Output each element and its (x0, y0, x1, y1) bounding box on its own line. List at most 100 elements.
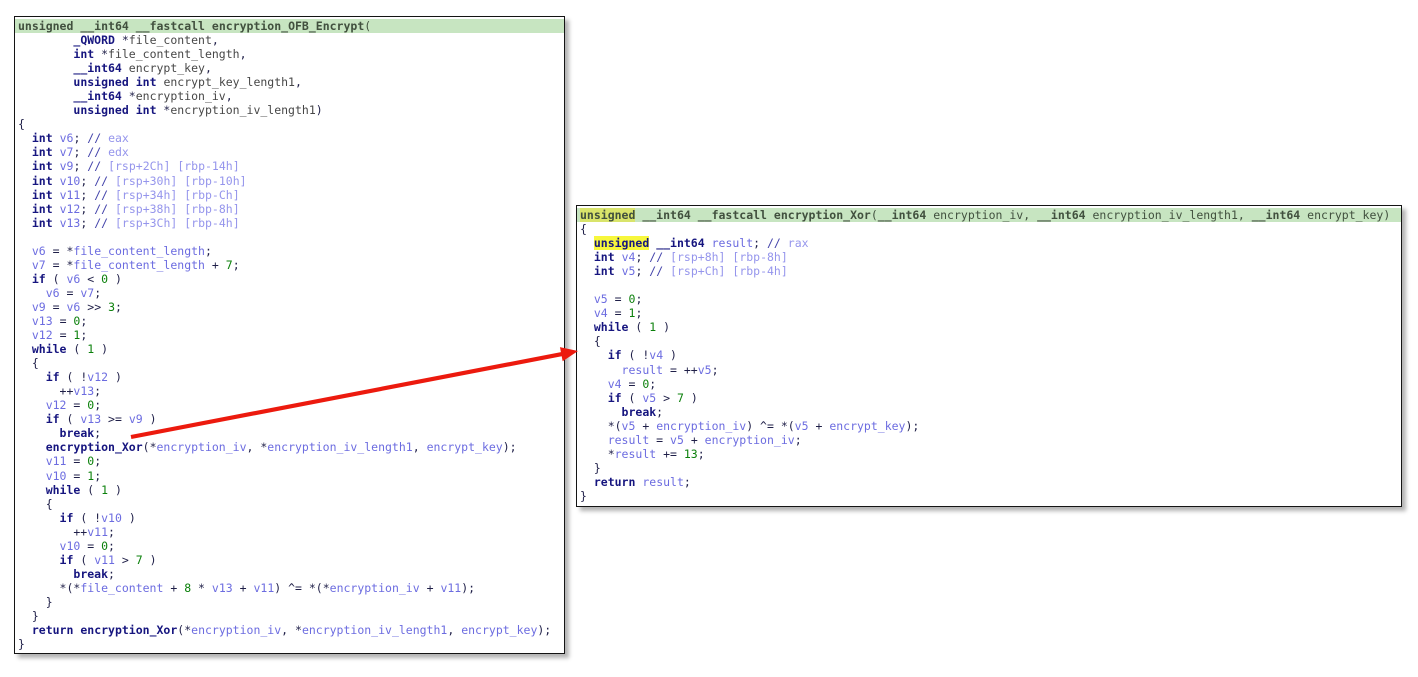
code-token: file_content_length (73, 244, 205, 258)
code-line[interactable]: while ( 1 ) (18, 483, 564, 497)
code-line[interactable]: while ( 1 ) (580, 320, 1401, 334)
code-line[interactable]: } (18, 609, 564, 623)
code-line[interactable]: v12 = 1; (18, 328, 564, 342)
code-line[interactable]: { (580, 222, 1401, 236)
code-line[interactable]: result = ++v5; (580, 363, 1401, 377)
code-token: ; (712, 363, 719, 377)
code-line[interactable]: v7 = *file_content_length + 7; (18, 258, 564, 272)
pseudocode-panel-left[interactable]: unsigned __int64 __fastcall encryption_O… (14, 16, 565, 654)
code-token: ); (537, 623, 551, 637)
code-token (18, 623, 32, 637)
code-line[interactable]: if ( !v12 ) (18, 370, 564, 384)
code-line[interactable]: break; (18, 567, 564, 581)
code-token (18, 272, 32, 286)
code-line[interactable]: v10 = 1; (18, 469, 564, 483)
code-token: v7 (80, 286, 94, 300)
code-line[interactable]: unsigned __int64 __fastcall encryption_O… (15, 19, 564, 33)
code-line[interactable]: int *file_content_length, (18, 47, 564, 61)
code-line[interactable]: ++v13; (18, 384, 564, 398)
code-token (580, 320, 594, 334)
code-token: ; (94, 384, 101, 398)
code-line[interactable]: __int64 *encryption_iv, (18, 89, 564, 103)
code-line[interactable]: break; (580, 405, 1401, 419)
code-line[interactable]: if ( v11 > 7 ) (18, 553, 564, 567)
code-token: // (87, 159, 101, 173)
code-line[interactable]: return result; (580, 475, 1401, 489)
code-line[interactable]: _QWORD *file_content, (18, 33, 564, 47)
code-token: > (115, 553, 136, 567)
code-line[interactable]: __int64 encrypt_key, (18, 61, 564, 75)
code-token: file_content_length (73, 258, 205, 272)
code-line[interactable]: int v10; // [rsp+30h] [rbp-10h] (18, 174, 564, 188)
code-line[interactable]: *result += 13; (580, 447, 1401, 461)
code-token: __int64 (1252, 208, 1300, 222)
code-line[interactable]: int v4; // [rsp+8h] [rbp-8h] (580, 250, 1401, 264)
code-token: encrypt_key (1307, 208, 1383, 222)
code-line[interactable]: v11 = 0; (18, 454, 564, 468)
code-line[interactable]: return encryption_Xor(*encryption_iv, *e… (18, 623, 564, 637)
code-line[interactable]: v4 = 0; (580, 377, 1401, 391)
code-line[interactable]: } (580, 461, 1401, 475)
code-token (53, 174, 60, 188)
code-line[interactable]: unsigned int *encryption_iv_length1) (18, 103, 564, 117)
code-line[interactable]: { (18, 117, 564, 131)
code-line[interactable]: if ( !v10 ) (18, 511, 564, 525)
code-token: 3 (108, 300, 115, 314)
code-token: int (594, 264, 615, 278)
code-line[interactable]: v10 = 0; (18, 539, 564, 553)
code-line[interactable]: while ( 1 ) (18, 342, 564, 356)
code-token: ; (80, 188, 94, 202)
code-token: v6 (60, 131, 74, 145)
code-line[interactable]: } (18, 595, 564, 609)
code-line[interactable]: v5 = 0; (580, 292, 1401, 306)
code-token: ; (73, 131, 87, 145)
code-line[interactable]: v6 = *file_content_length; (18, 244, 564, 258)
code-token (691, 208, 698, 222)
code-line[interactable]: *(*file_content + 8 * v13 + v11) ^= *(*e… (18, 581, 564, 595)
code-token: encryption_Xor (774, 208, 871, 222)
code-line[interactable]: ++v11; (18, 525, 564, 539)
pseudocode-panel-right[interactable]: unsigned __int64 __fastcall encryption_X… (576, 205, 1402, 507)
code-line[interactable]: v6 = v7; (18, 286, 564, 300)
code-token: = (622, 377, 643, 391)
code-line[interactable]: if ( v5 > 7 ) (580, 391, 1401, 405)
code-token: ; (94, 286, 101, 300)
code-line[interactable] (18, 230, 564, 244)
code-line[interactable]: break; (18, 426, 564, 440)
code-token: // (94, 202, 108, 216)
code-token: encryption_iv (157, 440, 247, 454)
code-line[interactable]: unsigned int encrypt_key_length1, (18, 75, 564, 89)
code-line[interactable]: } (18, 637, 564, 651)
code-line[interactable]: { (580, 334, 1401, 348)
code-line[interactable]: encryption_Xor(*encryption_iv, *encrypti… (18, 440, 564, 454)
code-line[interactable]: int v13; // [rsp+3Ch] [rbp-4h] (18, 216, 564, 230)
code-line[interactable]: } (580, 489, 1401, 503)
code-line[interactable]: *(v5 + encryption_iv) ^= *(v5 + encrypt_… (580, 419, 1401, 433)
code-line[interactable]: int v6; // eax (18, 131, 564, 145)
code-token: if (608, 348, 622, 362)
code-line[interactable] (580, 278, 1401, 292)
code-line[interactable]: { (18, 497, 564, 511)
code-token (18, 216, 32, 230)
code-line[interactable]: v4 = 1; (580, 306, 1401, 320)
code-token: { (18, 117, 25, 131)
code-line[interactable]: unsigned __int64 __fastcall encryption_X… (577, 208, 1401, 222)
code-line[interactable]: v9 = v6 >> 3; (18, 300, 564, 314)
code-token: // (767, 236, 781, 250)
code-line[interactable]: int v5; // [rsp+Ch] [rbp-4h] (580, 264, 1401, 278)
code-line[interactable]: if ( !v4 ) (580, 348, 1401, 362)
code-line[interactable]: { (18, 356, 564, 370)
code-line[interactable]: if ( v6 < 0 ) (18, 272, 564, 286)
code-line[interactable]: v12 = 0; (18, 398, 564, 412)
code-line[interactable]: int v11; // [rsp+34h] [rbp-Ch] (18, 188, 564, 202)
code-line[interactable]: result = v5 + encryption_iv; (580, 433, 1401, 447)
code-line[interactable]: int v7; // edx (18, 145, 564, 159)
code-line[interactable]: v13 = 0; (18, 314, 564, 328)
code-line[interactable]: int v12; // [rsp+38h] [rbp-8h] (18, 202, 564, 216)
code-token (18, 131, 32, 145)
code-token: ; (94, 426, 101, 440)
code-token (580, 377, 608, 391)
code-line[interactable]: unsigned __int64 result; // rax (580, 236, 1401, 250)
code-line[interactable]: if ( v13 >= v9 ) (18, 412, 564, 426)
code-line[interactable]: int v9; // [rsp+2Ch] [rbp-14h] (18, 159, 564, 173)
